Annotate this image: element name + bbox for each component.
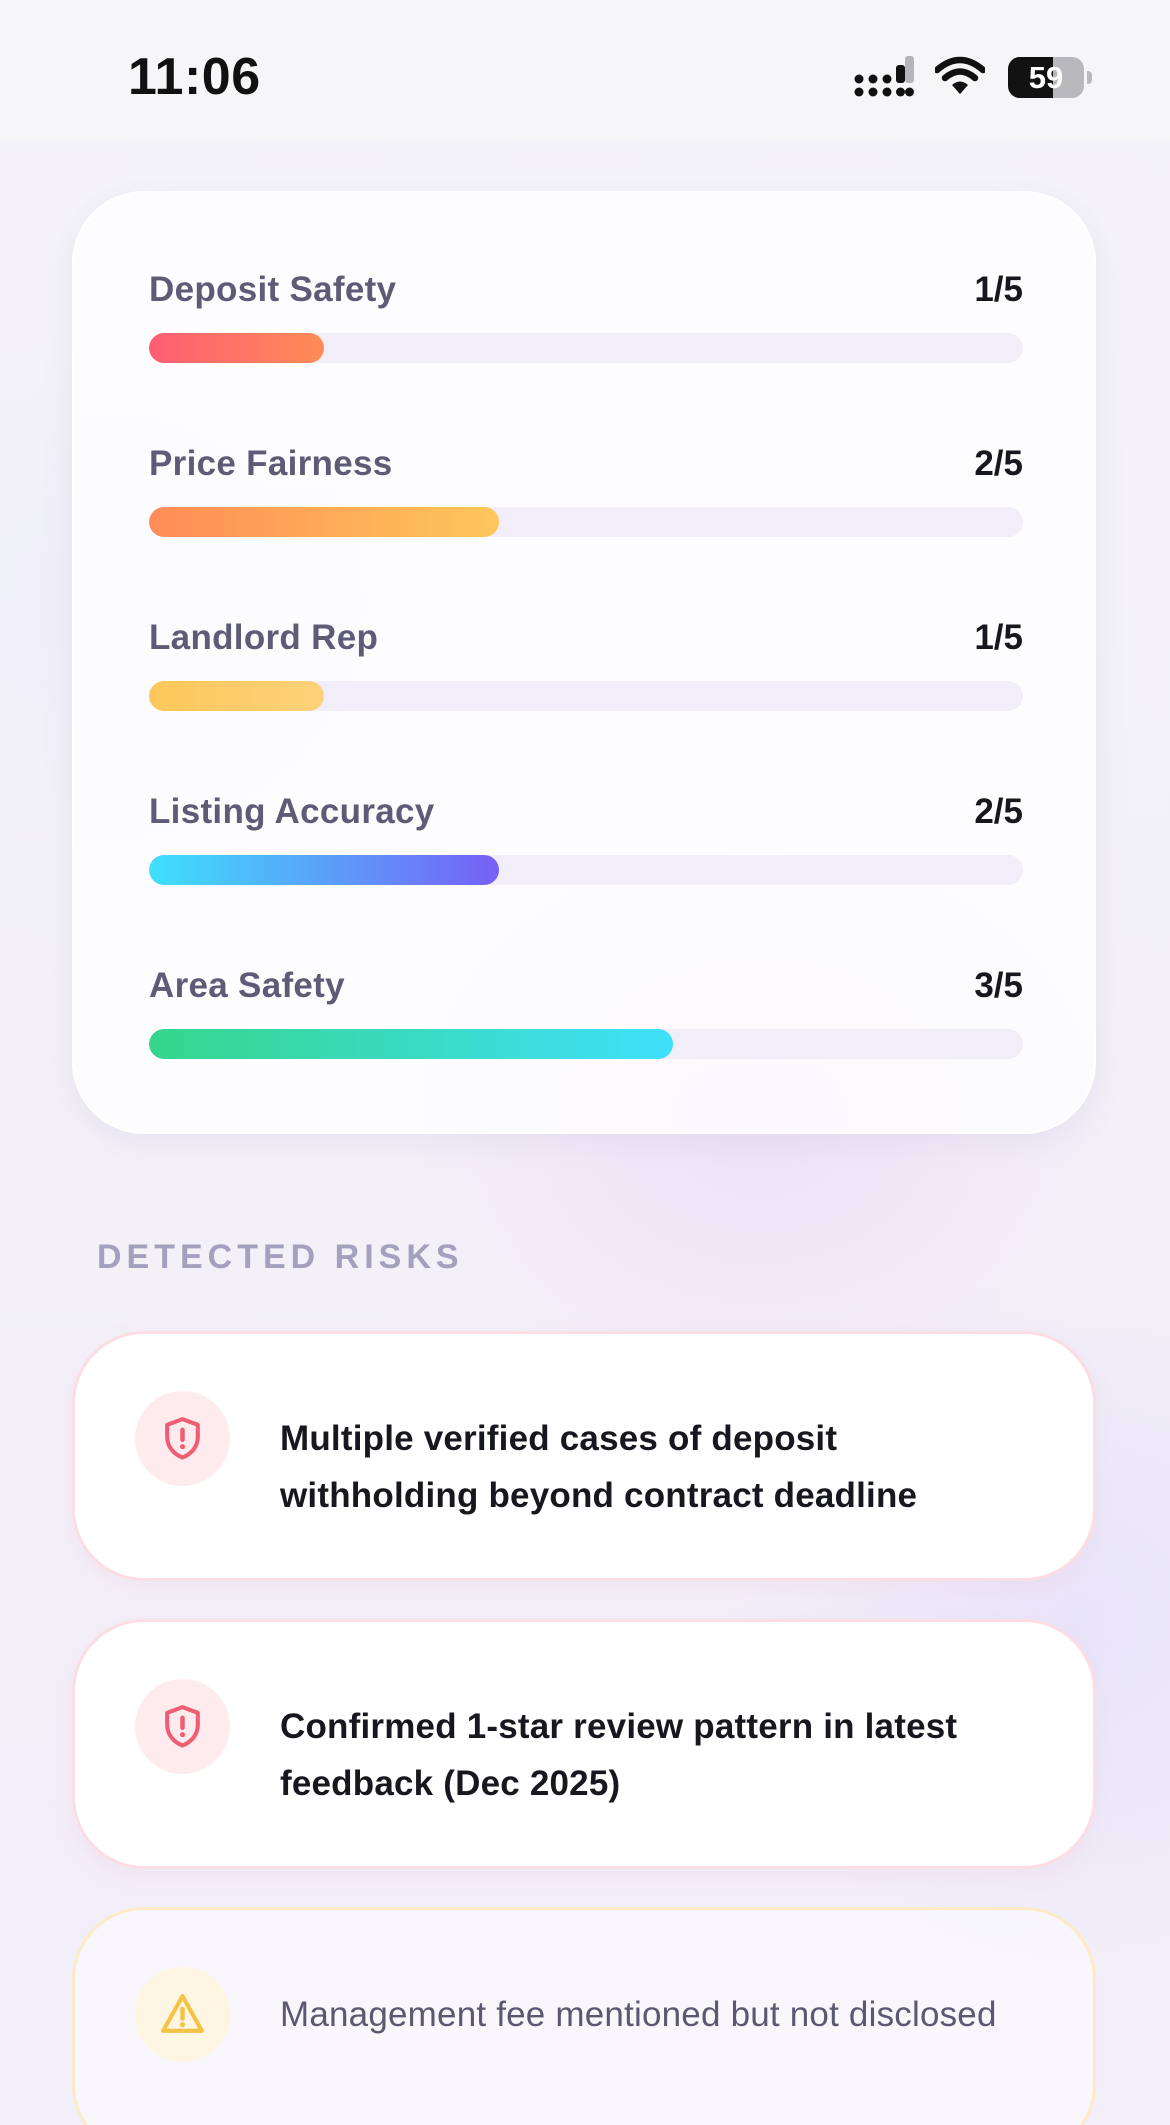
score-value: 2/5 bbox=[974, 444, 1023, 483]
score-track bbox=[149, 855, 1023, 885]
score-fill-bar bbox=[149, 1029, 674, 1059]
battery-icon: 59 bbox=[1008, 57, 1092, 98]
score-row-listing-accuracy: Listing Accuracy 2/5 bbox=[149, 792, 1023, 892]
battery-level: 59 bbox=[1028, 60, 1064, 95]
cellular-signal-icon bbox=[854, 56, 914, 97]
detected-risks-heading: DETECTED RISKS bbox=[97, 1238, 464, 1276]
score-label: Area Safety bbox=[149, 966, 345, 1005]
score-fill-bar bbox=[149, 855, 499, 885]
risk-text: Confirmed 1-star review pattern in lates… bbox=[280, 1707, 958, 1803]
score-row-price-fairness: Price Fairness 2/5 bbox=[149, 444, 1023, 544]
scores-card: Deposit Safety 1/5 Price Fairness 2/5 La… bbox=[72, 191, 1096, 1134]
risk-card-review-pattern[interactable]: Confirmed 1-star review pattern in lates… bbox=[72, 1619, 1096, 1869]
score-value: 2/5 bbox=[974, 792, 1023, 831]
score-label: Listing Accuracy bbox=[149, 792, 435, 831]
score-label: Price Fairness bbox=[149, 444, 393, 483]
score-label: Deposit Safety bbox=[149, 270, 397, 309]
score-fill-bar bbox=[149, 333, 324, 363]
score-fill-bar bbox=[149, 681, 324, 711]
risk-card-management-fee[interactable]: Management fee mentioned but not disclos… bbox=[72, 1907, 1096, 2125]
score-track bbox=[149, 333, 1023, 363]
wifi-icon bbox=[935, 56, 985, 94]
score-track bbox=[149, 681, 1023, 711]
risk-text: Multiple verified cases of deposit withh… bbox=[280, 1419, 918, 1515]
shield-alert-icon bbox=[135, 1679, 230, 1774]
risk-text: Management fee mentioned but not disclos… bbox=[280, 1995, 997, 2034]
warning-triangle-icon bbox=[135, 1967, 230, 2062]
risk-card-deposit-withholding[interactable]: Multiple verified cases of deposit withh… bbox=[72, 1331, 1096, 1581]
score-row-area-safety: Area Safety 3/5 bbox=[149, 966, 1023, 1066]
status-bar: 11:06 59 bbox=[0, 0, 1170, 141]
score-row-landlord-rep: Landlord Rep 1/5 bbox=[149, 618, 1023, 718]
shield-alert-icon bbox=[135, 1391, 230, 1486]
score-label: Landlord Rep bbox=[149, 618, 379, 657]
score-track bbox=[149, 1029, 1023, 1059]
score-value: 1/5 bbox=[974, 618, 1023, 657]
score-track bbox=[149, 507, 1023, 537]
status-time: 11:06 bbox=[128, 48, 261, 106]
score-value: 1/5 bbox=[974, 270, 1023, 309]
score-value: 3/5 bbox=[974, 966, 1023, 1005]
score-fill-bar bbox=[149, 507, 499, 537]
score-row-deposit-safety: Deposit Safety 1/5 bbox=[149, 270, 1023, 370]
